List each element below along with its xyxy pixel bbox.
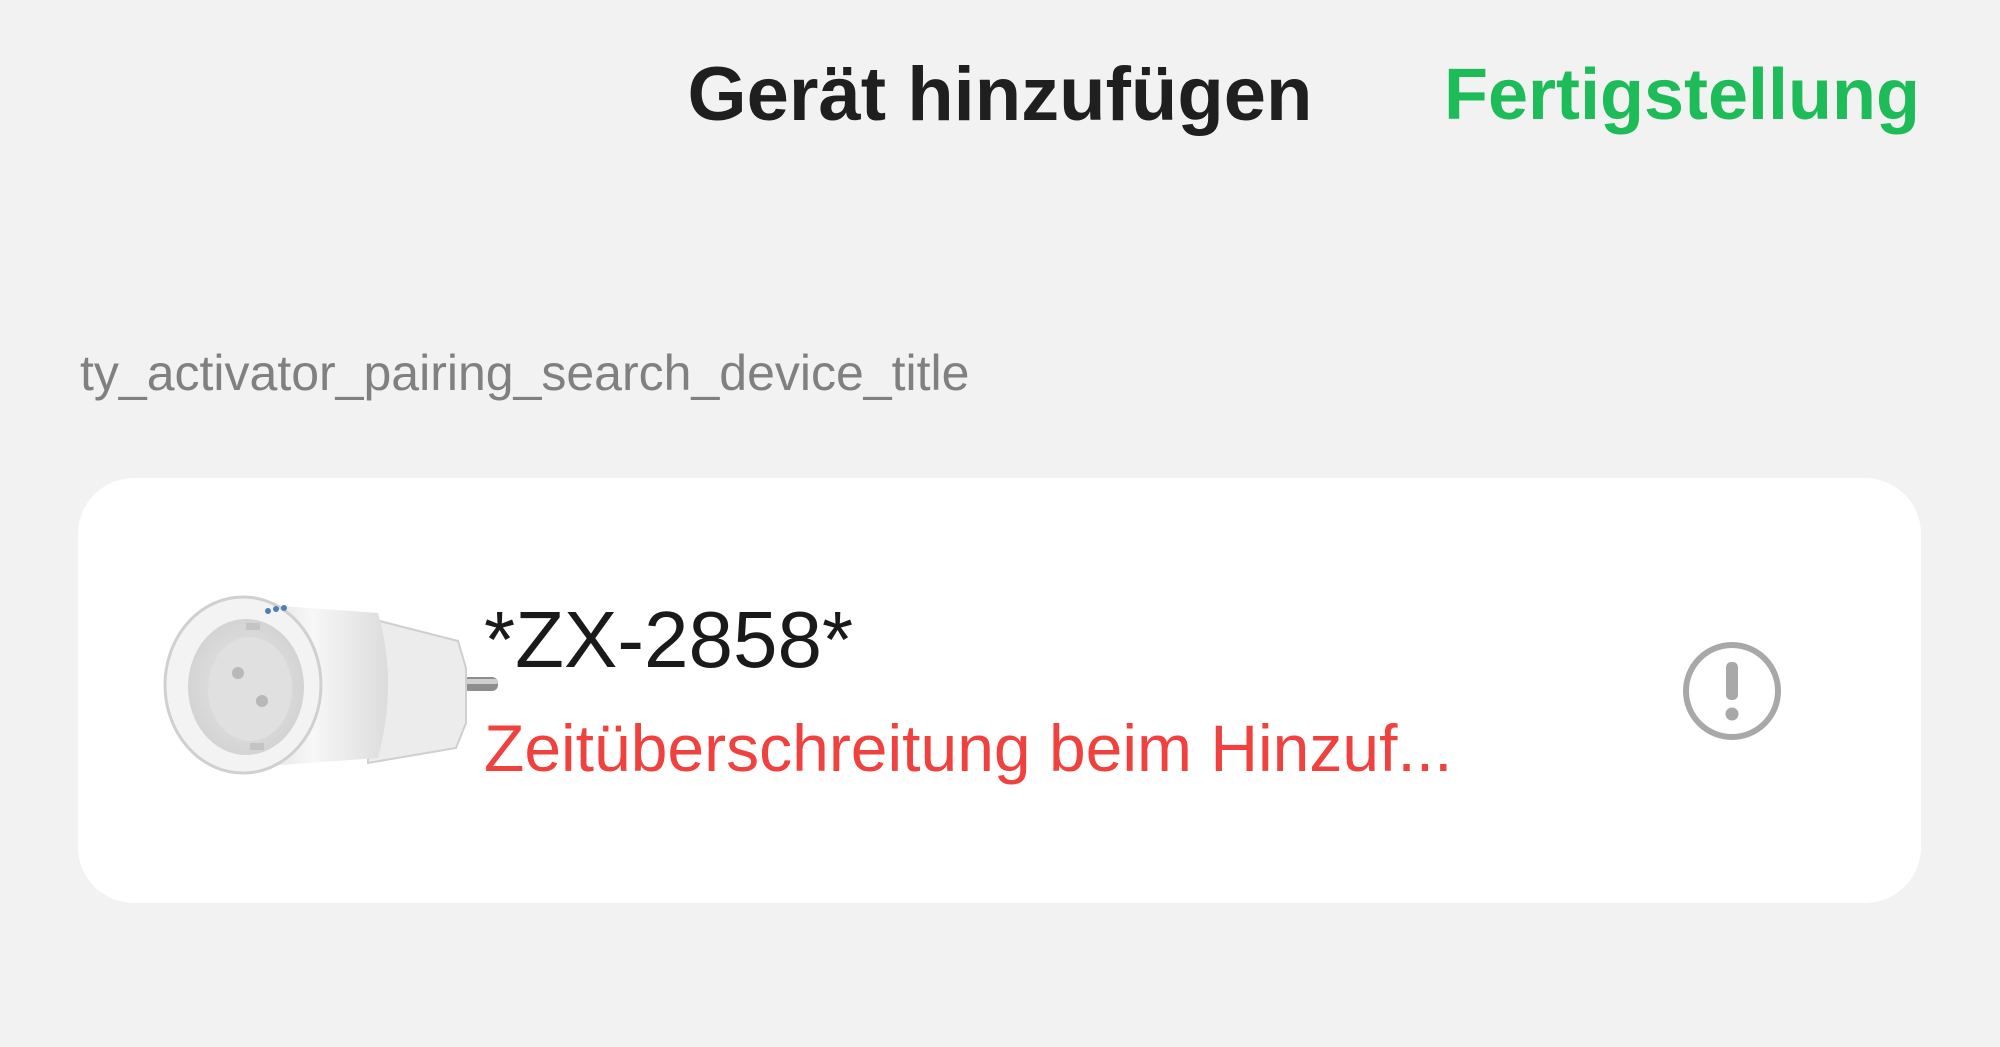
device-name: *ZX-2858* xyxy=(484,595,854,684)
smart-plug-image xyxy=(163,595,498,775)
device-card[interactable]: *ZX-2858* Zeitüberschreitung beim Hinzuf… xyxy=(78,478,1921,903)
section-label: ty_activator_pairing_search_device_title xyxy=(80,345,970,401)
exclamation-circle-icon[interactable] xyxy=(1681,640,1783,742)
device-status: Zeitüberschreitung beim Hinzuf... xyxy=(484,711,1453,785)
done-button[interactable]: Fertigstellung xyxy=(1444,50,1920,140)
